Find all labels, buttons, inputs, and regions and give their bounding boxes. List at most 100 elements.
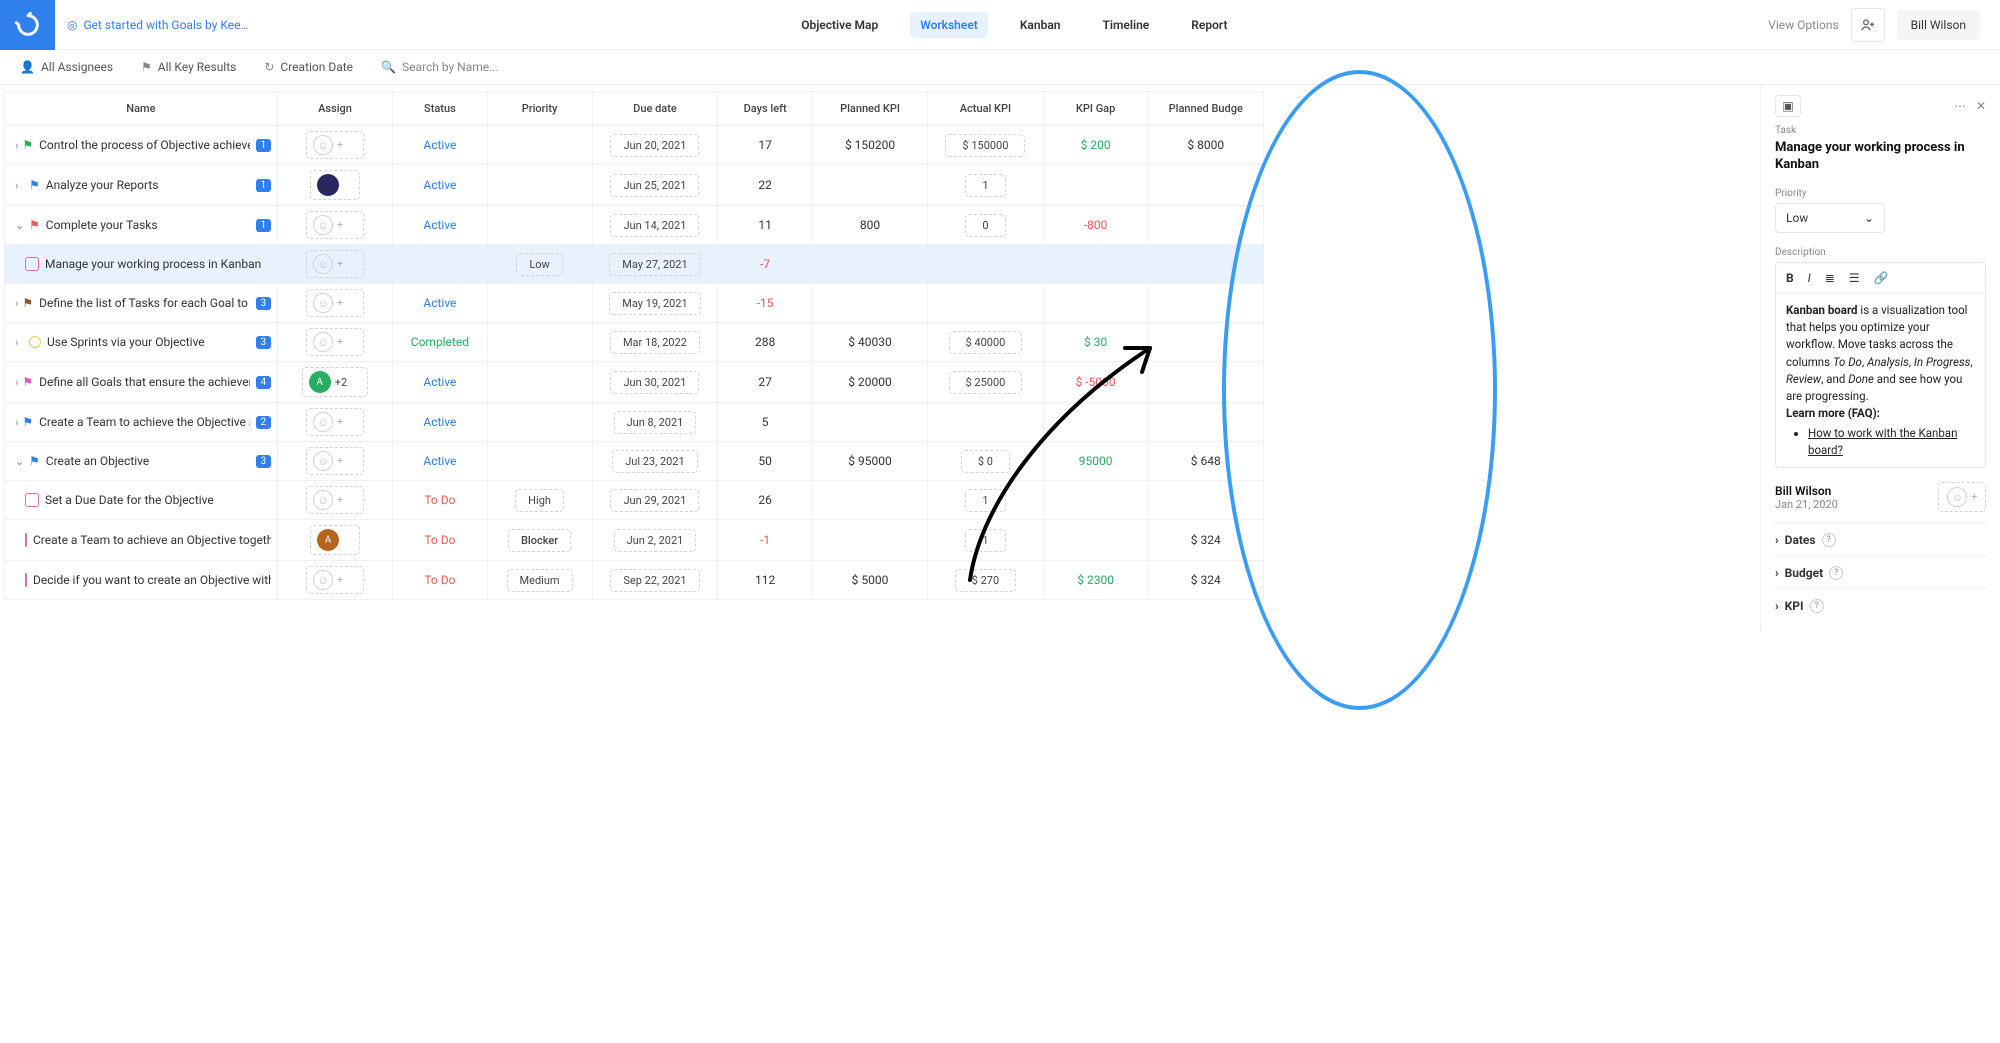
table-row[interactable]: ›⚑Define all Goals that ensure the achie…: [5, 362, 1264, 403]
cell-actual-kpi[interactable]: [928, 403, 1043, 442]
cell-assign[interactable]: ☺+: [277, 323, 392, 362]
priority-chip[interactable]: Blocker: [508, 529, 571, 552]
filter-key-results[interactable]: ⚑ All Key Results: [141, 60, 236, 74]
cell-assign[interactable]: ☺+: [277, 481, 392, 520]
cell-due-date[interactable]: May 27, 2021: [592, 245, 718, 284]
date-chip[interactable]: Jun 30, 2021: [610, 371, 699, 394]
cell-status[interactable]: Completed: [393, 323, 487, 362]
section-kpi[interactable]: › KPI ?: [1775, 588, 1986, 621]
table-row[interactable]: Set a Due Date for the Objective☺+To DoH…: [5, 481, 1264, 520]
chevron-right-icon[interactable]: ›: [15, 297, 18, 310]
italic-icon[interactable]: I: [1808, 271, 1811, 285]
table-row[interactable]: ›⚑Control the process of Objective achie…: [5, 126, 1264, 165]
cell-actual-kpi[interactable]: 1: [928, 481, 1043, 520]
tab-objective-map[interactable]: Objective Map: [791, 12, 888, 38]
table-row[interactable]: ›⚑Create a Team to achieve the Objective…: [5, 403, 1264, 442]
table-row[interactable]: ⌄⚑Create an Objective3☺+ActiveJul 23, 20…: [5, 442, 1264, 481]
breadcrumb[interactable]: ◎ Get started with Goals by Kee…: [55, 0, 261, 49]
cell-priority[interactable]: [487, 403, 592, 442]
cell-status[interactable]: [393, 245, 487, 284]
date-chip[interactable]: Jun 25, 2021: [610, 174, 699, 197]
table-row[interactable]: ›Use Sprints via your Objective3☺+Comple…: [5, 323, 1264, 362]
cell-status[interactable]: Active: [393, 126, 487, 165]
current-user-button[interactable]: Bill Wilson: [1897, 10, 1980, 40]
col-actual-kpi[interactable]: Actual KPI: [928, 92, 1043, 126]
filter-creation-date[interactable]: ↻ Creation Date: [264, 60, 353, 74]
cell-status[interactable]: Active: [393, 442, 487, 481]
cell-priority[interactable]: [487, 362, 592, 403]
cell-name[interactable]: ⌄⚑Complete your Tasks1: [5, 206, 278, 245]
cell-priority[interactable]: [487, 442, 592, 481]
cell-status[interactable]: To Do: [393, 520, 487, 561]
priority-select[interactable]: Low ⌄: [1775, 203, 1885, 233]
actual-kpi-chip[interactable]: $ 150000: [945, 134, 1025, 157]
cell-priority[interactable]: [487, 126, 592, 165]
chevron-right-icon[interactable]: ›: [15, 336, 25, 349]
help-icon[interactable]: ?: [1829, 566, 1843, 580]
bold-icon[interactable]: B: [1786, 271, 1794, 285]
actual-kpi-chip[interactable]: 0: [965, 214, 1005, 237]
cell-due-date[interactable]: Jun 25, 2021: [592, 165, 718, 206]
actual-kpi-chip[interactable]: $ 25000: [949, 371, 1023, 394]
cell-actual-kpi[interactable]: $ 25000: [928, 362, 1043, 403]
tab-kanban[interactable]: Kanban: [1010, 12, 1071, 38]
tab-timeline[interactable]: Timeline: [1092, 12, 1159, 38]
bullet-list-icon[interactable]: ≣: [1825, 271, 1835, 285]
cell-name[interactable]: ›⚑Control the process of Objective achie…: [5, 126, 278, 165]
help-icon[interactable]: ?: [1810, 599, 1824, 613]
col-assign[interactable]: Assign: [277, 92, 392, 126]
actual-kpi-chip[interactable]: 1: [965, 174, 1005, 197]
tab-worksheet[interactable]: Worksheet: [910, 12, 988, 38]
cell-name[interactable]: ›⚑Define all Goals that ensure the achie…: [5, 362, 278, 403]
cell-due-date[interactable]: Jun 29, 2021: [592, 481, 718, 520]
panel-assign-button[interactable]: ☺ +: [1938, 482, 1986, 512]
date-chip[interactable]: Jun 8, 2021: [614, 411, 697, 434]
cell-priority[interactable]: Low: [487, 245, 592, 284]
ordered-list-icon[interactable]: ☰: [1849, 271, 1860, 285]
cell-due-date[interactable]: Jun 8, 2021: [592, 403, 718, 442]
table-row[interactable]: Create a Team to achieve an Objective to…: [5, 520, 1264, 561]
cell-name[interactable]: ›Use Sprints via your Objective3: [5, 323, 278, 362]
date-chip[interactable]: Sep 22, 2021: [610, 569, 699, 592]
cell-actual-kpi[interactable]: 0: [928, 206, 1043, 245]
actual-kpi-chip[interactable]: 1: [965, 489, 1005, 512]
date-chip[interactable]: Jun 14, 2021: [610, 214, 699, 237]
cell-actual-kpi[interactable]: 1: [928, 165, 1043, 206]
cell-assign[interactable]: ☺+: [277, 442, 392, 481]
cell-status[interactable]: Active: [393, 284, 487, 323]
col-duedate[interactable]: Due date: [592, 92, 718, 126]
date-chip[interactable]: Jun 29, 2021: [610, 489, 699, 512]
cell-name[interactable]: ›⚑Analyze your Reports1: [5, 165, 278, 206]
cell-assign[interactable]: ☺+: [277, 403, 392, 442]
cell-actual-kpi[interactable]: 1: [928, 520, 1043, 561]
col-priority[interactable]: Priority: [487, 92, 592, 126]
chevron-right-icon[interactable]: ›: [15, 139, 18, 152]
cell-due-date[interactable]: Jun 30, 2021: [592, 362, 718, 403]
cell-assign[interactable]: ☺+: [277, 126, 392, 165]
more-icon[interactable]: ⋯: [1954, 99, 1966, 113]
cell-actual-kpi[interactable]: $ 0: [928, 442, 1043, 481]
priority-chip[interactable]: High: [515, 489, 564, 512]
cell-assign[interactable]: ☺+: [277, 561, 392, 600]
assign-button[interactable]: A+2: [302, 367, 368, 397]
app-logo[interactable]: [0, 0, 55, 50]
assign-button[interactable]: A: [310, 525, 360, 555]
assign-button[interactable]: ☺+: [306, 408, 364, 436]
cell-status[interactable]: Active: [393, 165, 487, 206]
cell-actual-kpi[interactable]: [928, 245, 1043, 284]
date-chip[interactable]: Jun 2, 2021: [614, 529, 697, 552]
add-user-button[interactable]: [1851, 8, 1885, 42]
table-row[interactable]: Manage your working process in Kanban☺+L…: [5, 245, 1264, 284]
chevron-right-icon[interactable]: ›: [15, 416, 18, 429]
section-budget[interactable]: › Budget ?: [1775, 555, 1986, 588]
actual-kpi-chip[interactable]: $ 0: [961, 450, 1010, 473]
priority-chip[interactable]: Low: [516, 253, 562, 276]
cell-name[interactable]: Decide if you want to create an Objectiv…: [5, 561, 278, 600]
actual-kpi-chip[interactable]: $ 40000: [949, 331, 1023, 354]
assign-button[interactable]: [310, 170, 360, 200]
cell-priority[interactable]: High: [487, 481, 592, 520]
cell-priority[interactable]: [487, 165, 592, 206]
assign-button[interactable]: ☺+: [306, 250, 364, 278]
cell-due-date[interactable]: Jul 23, 2021: [592, 442, 718, 481]
cell-priority[interactable]: [487, 323, 592, 362]
